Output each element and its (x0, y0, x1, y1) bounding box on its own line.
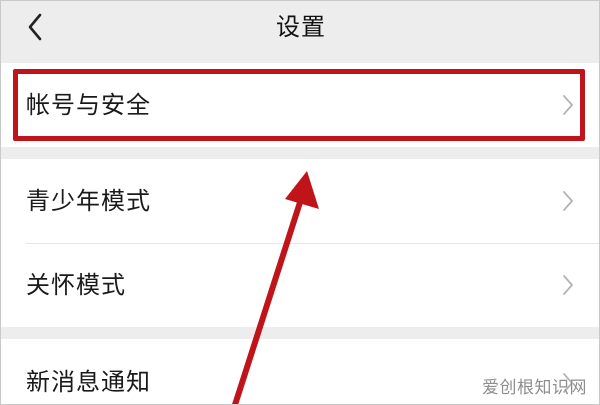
nav-header: 设置 (1, 1, 599, 55)
settings-item-label: 帐号与安全 (26, 91, 151, 119)
settings-item-care-mode[interactable]: 关怀模式 (1, 243, 599, 327)
chevron-right-icon (563, 95, 573, 115)
chevron-right-icon (563, 191, 573, 211)
settings-screen: 设置 帐号与安全 青少年模式 关怀模式 新消息通知 爱创根知识网 (0, 0, 600, 405)
settings-group-account: 帐号与安全 (1, 63, 599, 147)
settings-item-label: 关怀模式 (26, 271, 126, 299)
page-title: 设置 (276, 13, 326, 41)
settings-item-label: 新消息通知 (26, 368, 151, 396)
watermark: 爱创根知识网 (482, 378, 587, 398)
chevron-right-icon (563, 275, 573, 295)
settings-group-modes: 青少年模式 关怀模式 (1, 159, 599, 327)
settings-item-account-security[interactable]: 帐号与安全 (1, 63, 599, 147)
settings-item-teen-mode[interactable]: 青少年模式 (1, 159, 599, 243)
settings-item-label: 青少年模式 (26, 187, 151, 215)
